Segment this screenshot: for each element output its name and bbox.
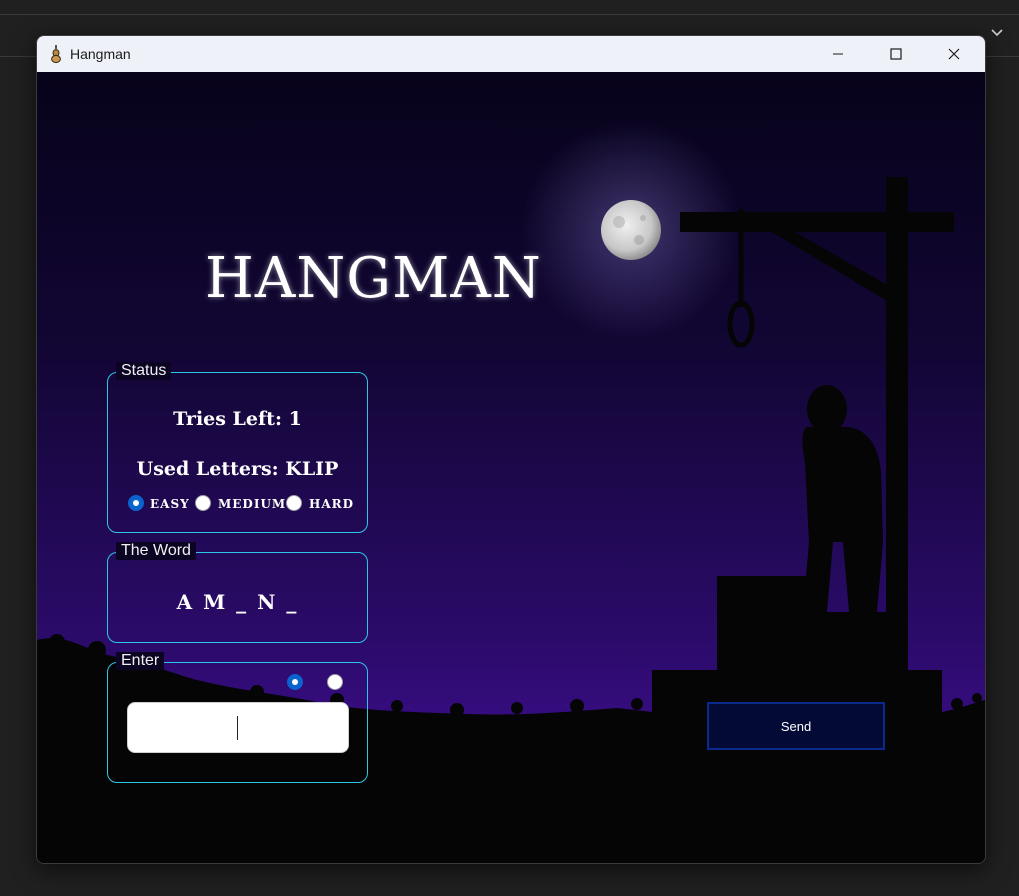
window-title: Hangman [70,46,131,62]
input-mode-radio-1[interactable] [287,674,303,690]
chevron-down-icon[interactable] [990,28,1004,38]
easy-label: EASY [150,497,190,511]
letter-input[interactable] [127,702,349,753]
maximize-button[interactable] [867,36,925,72]
hidden-word: A M _ N _ [176,590,299,614]
status-group: Status Tries Left: 1 Used Letters: KLIP … [107,362,368,533]
word-group: The Word A M _ N _ [107,542,368,643]
input-mode-radio-2[interactable] [327,674,343,690]
easy-radio[interactable] [128,495,144,511]
title-bar[interactable]: Hangman [37,36,985,72]
minimize-button[interactable] [809,36,867,72]
medium-label: MEDIUM [218,497,287,511]
status-group-title: Status [116,362,172,380]
game-scene: HANGMAN Status Tries Left: 1 Used Letter… [37,72,985,863]
game-title: HANGMAN [205,246,542,311]
enter-group: Enter [107,652,368,783]
close-button[interactable] [925,36,983,72]
minimize-icon [833,53,843,55]
word-group-title: The Word [116,542,196,560]
hard-label: HARD [309,497,355,511]
used-letters-label: Used Letters: KLIP [136,458,339,480]
hard-radio[interactable] [286,495,302,511]
hangman-app-icon [51,45,61,63]
hangman-window: Hangman HANGMAN Status Tries Left: 1 Use… [36,35,986,864]
enter-group-title: Enter [116,652,165,670]
send-button[interactable]: Send [707,702,885,750]
text-caret [237,716,238,740]
close-icon [948,48,960,60]
medium-radio[interactable] [195,495,211,511]
maximize-icon [890,48,902,60]
moon [601,200,661,260]
tries-left-label: Tries Left: 1 [173,408,302,430]
